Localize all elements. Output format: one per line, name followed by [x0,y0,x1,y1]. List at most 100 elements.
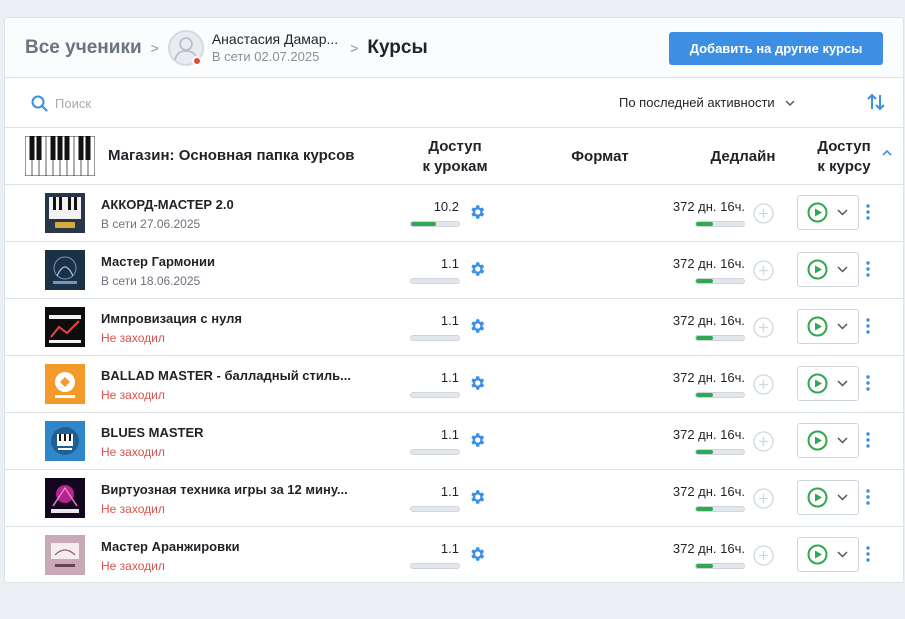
chevron-down-icon [837,494,848,501]
gear-icon[interactable] [468,374,486,392]
course-list: АККОРД-МАСТЕР 2.0 В сети 27.06.2025 10.2 37… [5,185,903,582]
deadline-value: 372 дн. 16ч. [672,199,745,214]
chevron-down-icon [785,100,795,106]
course-thumbnail[interactable] [45,535,85,575]
course-access-dropdown[interactable] [797,423,859,458]
sort-select[interactable]: По последней активности [619,95,795,110]
page-header: Все ученики > Анастасия Дамар... В сети … [5,18,903,78]
deadline-progress-bar [695,449,745,455]
more-options-icon[interactable] [865,203,871,221]
course-row[interactable]: Виртуозная техника игры за 12 мину... Не … [5,470,903,527]
lesson-progress-bar [410,392,460,398]
more-options-icon[interactable] [865,488,871,506]
chevron-down-icon [837,437,848,444]
gear-icon[interactable] [468,260,486,278]
course-thumbnail[interactable] [45,478,85,518]
add-deadline-icon[interactable] [753,545,774,566]
deadline-value: 372 дн. 16ч. [672,484,745,499]
offline-status-icon [192,56,202,66]
lesson-progress-bar [410,506,460,512]
course-title[interactable]: АККОРД-МАСТЕР 2.0 [101,197,366,212]
course-row[interactable]: BLUES MASTER Не заходил 1.1 372 дн. 16ч. [5,413,903,470]
gear-icon[interactable] [468,203,486,221]
sort-direction-icon[interactable] [866,93,886,111]
course-row[interactable]: АККОРД-МАСТЕР 2.0 В сети 27.06.2025 10.2 37… [5,185,903,242]
add-deadline-icon[interactable] [753,317,774,338]
more-options-icon[interactable] [865,545,871,563]
lesson-progress-bar [410,449,460,455]
add-deadline-icon[interactable] [753,374,774,395]
add-deadline-icon[interactable] [753,431,774,452]
course-activity-status: Не заходил [101,445,165,459]
course-activity-status: Не заходил [101,502,165,516]
course-row[interactable]: BALLAD MASTER - балладный стиль... Не зах… [5,356,903,413]
course-thumbnail[interactable] [45,421,85,461]
add-deadline-icon[interactable] [753,488,774,509]
deadline-progress-bar [695,506,745,512]
search-input[interactable] [55,92,255,114]
deadline-progress-fill [696,393,713,397]
deadline-value: 372 дн. 16ч. [672,370,745,385]
course-activity-status: В сети 27.06.2025 [101,217,201,231]
course-thumbnail[interactable] [45,364,85,404]
search-icon [31,95,48,112]
column-deadline[interactable]: Дедлайн [703,147,783,167]
gear-icon[interactable] [468,431,486,449]
student-info[interactable]: Анастасия Дамар... В сети 02.07.2025 [212,31,338,65]
breadcrumb-all-students[interactable]: Все ученики [25,37,142,59]
course-thumbnail[interactable] [45,307,85,347]
course-thumbnail[interactable] [45,193,85,233]
play-icon [807,259,828,280]
add-deadline-icon[interactable] [753,260,774,281]
course-access-dropdown[interactable] [797,480,859,515]
course-thumbnail[interactable] [45,250,85,290]
deadline-progress-fill [696,507,713,511]
course-title[interactable]: Виртуозная техника игры за 12 мину... [101,482,366,497]
course-access-dropdown[interactable] [797,309,859,344]
column-format[interactable]: Формат [560,147,640,167]
more-options-icon[interactable] [865,317,871,335]
course-title[interactable]: BLUES MASTER [101,425,366,440]
deadline-progress-bar [695,392,745,398]
column-lessons-access[interactable]: Доступ к урокам [405,137,505,177]
course-access-dropdown[interactable] [797,366,859,401]
course-row[interactable]: Мастер Аранжировки Не заходил 1.1 372 дн. 1… [5,527,903,582]
add-to-other-courses-button[interactable]: Добавить на другие курсы [669,32,883,65]
more-options-icon[interactable] [865,260,871,278]
chevron-up-icon[interactable] [882,149,892,156]
breadcrumb-separator-icon: > [350,39,359,56]
gear-icon[interactable] [468,317,486,335]
course-row[interactable]: Мастер Гармонии В сети 18.06.2025 1.1 372 д… [5,242,903,299]
chevron-down-icon [837,266,848,273]
course-title[interactable]: Импровизация с нуля [101,311,366,326]
column-course-access[interactable]: Доступ к курсу [805,137,883,177]
student-last-online: В сети 02.07.2025 [211,48,320,64]
toolbar: По последней активности [5,78,903,128]
student-name: Анастасия Дамар... [211,30,339,47]
deadline-value: 372 дн. 16ч. [672,541,745,556]
column-label: Доступ [428,138,482,155]
course-title[interactable]: Мастер Гармонии [101,254,366,269]
course-access-dropdown[interactable] [797,195,859,230]
course-title[interactable]: BALLAD MASTER - балладный стиль... [101,368,366,383]
lesson-progress-bar [410,221,460,227]
chevron-down-icon [837,209,848,216]
deadline-progress-bar [695,335,745,341]
gear-icon[interactable] [468,488,486,506]
course-access-dropdown[interactable] [797,252,859,287]
play-icon [807,316,828,337]
course-row[interactable]: Импровизация с нуля Не заходил 1.1 372 дн. … [5,299,903,356]
deadline-progress-bar [695,221,745,227]
course-access-dropdown[interactable] [797,537,859,572]
deadline-value: 372 дн. 16ч. [672,256,745,271]
more-options-icon[interactable] [865,374,871,392]
column-label: к урокам [422,158,488,175]
course-title[interactable]: Мастер Аранжировки [101,539,366,554]
more-options-icon[interactable] [865,431,871,449]
play-icon [807,544,828,565]
add-deadline-icon[interactable] [753,203,774,224]
piano-keys-icon [25,136,95,176]
deadline-value: 372 дн. 16ч. [672,313,745,328]
lesson-access-value: 1.1 [440,484,459,499]
gear-icon[interactable] [468,545,486,563]
